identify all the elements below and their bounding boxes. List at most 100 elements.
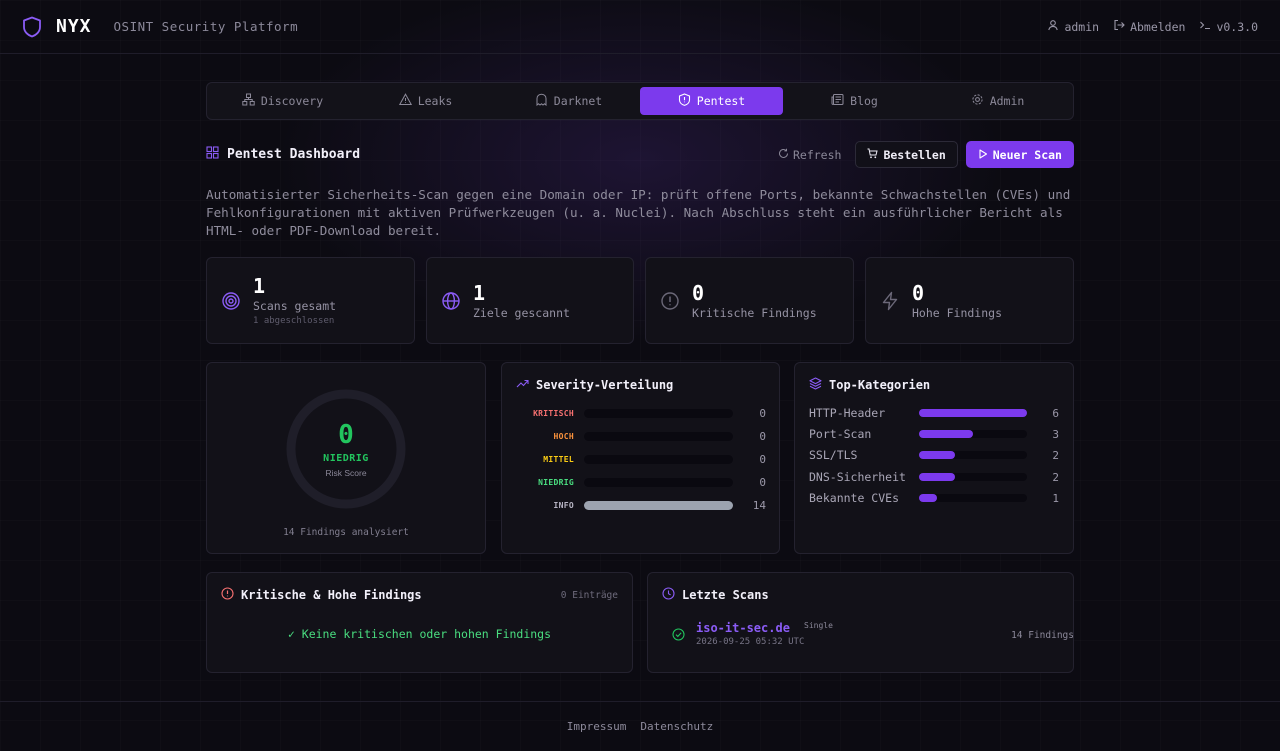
category-label: Bekannte CVEs: [809, 491, 900, 505]
clock-icon: [662, 587, 675, 603]
user-name: admin: [1064, 19, 1100, 34]
logout-label: Abmelden: [1130, 19, 1186, 34]
categories-title-text: Top-Kategorien: [829, 378, 931, 392]
section-header: Pentest Dashboard Refresh Bestellen Neue…: [206, 141, 1074, 168]
category-row: SSL/TLS 2: [795, 448, 1073, 462]
tab-leaks[interactable]: Leaks: [354, 87, 497, 115]
brand-subtitle: OSINT Security Platform: [113, 19, 299, 34]
stat-label: Kritische Findings: [692, 305, 817, 320]
tab-pentest[interactable]: Pentest: [640, 87, 783, 115]
tab-discovery[interactable]: Discovery: [211, 87, 354, 115]
severity-label: INFO: [553, 500, 574, 510]
category-bar-track: [919, 473, 1027, 481]
severity-row: INFO 14: [502, 498, 779, 512]
brand[interactable]: NYX OSINT Security Platform: [22, 16, 298, 38]
scan-list-item[interactable]: iso-it-sec.de Single 2026-09-25 05:32 UT…: [662, 621, 1074, 651]
logout-icon: [1113, 19, 1125, 34]
refresh-icon: [778, 148, 789, 162]
order-button[interactable]: Bestellen: [855, 141, 958, 168]
category-bar-track: [919, 430, 1027, 438]
tab-blog[interactable]: Blog: [783, 87, 926, 115]
severity-bar-track: [584, 408, 733, 418]
risk-footer: 14 Findings analysiert: [283, 527, 409, 538]
scan-mode-badge: Single: [804, 621, 833, 630]
page-title: Pentest Dashboard: [206, 146, 360, 163]
category-row: DNS-Sicherheit 2: [795, 470, 1073, 484]
stat-label: Scans gesamt: [253, 299, 337, 313]
stat-value: 0: [692, 280, 705, 305]
severity-row: KRITISCH 0: [502, 407, 779, 420]
brand-name: NYX: [56, 16, 92, 37]
recent-scans-title-text: Letzte Scans: [682, 588, 769, 602]
stat-card-high: 0 Hohe Findings: [865, 257, 1074, 344]
category-bar-track: [919, 494, 1027, 502]
category-row: HTTP-Header 6: [795, 406, 1073, 420]
impressum-link[interactable]: Impressum: [567, 720, 627, 733]
footer: Impressum Datenschutz: [0, 701, 1280, 751]
severity-bar-track: [584, 454, 733, 464]
scan-date: 2026-09-25 05:32 UTC: [696, 637, 805, 647]
globe-icon: [441, 291, 461, 311]
severity-label: NIEDRIG: [538, 477, 574, 487]
entries-count: 0 Einträge: [560, 590, 618, 601]
severity-bar-track: [584, 477, 733, 487]
stat-value: 1: [253, 274, 266, 298]
stat-label: Ziele gescannt: [473, 305, 570, 320]
severity-count: 14: [752, 498, 766, 512]
categories-card: Top-Kategorien HTTP-Header 6 Port-Scan 3 SSL…: [794, 362, 1074, 554]
stat-card-critical: 0 Kritische Findings: [645, 257, 854, 344]
tab-label: Discovery: [260, 94, 324, 108]
category-label: DNS-Sicherheit: [809, 470, 906, 484]
main-tabs: Discovery Leaks Darknet Pentest Blog Adm…: [206, 82, 1074, 120]
refresh-button[interactable]: Refresh: [772, 141, 847, 168]
network-icon: [242, 93, 255, 109]
top-bar: NYX OSINT Security Platform admin Abmeld…: [0, 0, 1280, 54]
severity-count: 0: [759, 452, 766, 466]
category-bar: [919, 473, 955, 481]
critical-findings-title-text: Kritische & Hohe Findings: [241, 588, 422, 602]
new-scan-label: Neuer Scan: [992, 147, 1062, 162]
category-bar: [919, 494, 937, 502]
category-count: 3: [1052, 427, 1059, 441]
check-circle-icon: [672, 628, 685, 644]
severity-row: MITTEL 0: [502, 452, 779, 466]
risk-score-card: 0 NIEDRIG Risk Score 14 Findings analysi…: [206, 362, 486, 554]
tab-label: Blog: [850, 94, 878, 108]
cart-icon: [867, 148, 879, 162]
tab-admin[interactable]: Admin: [926, 87, 1069, 115]
tab-label: Admin: [989, 94, 1025, 108]
new-scan-button[interactable]: Neuer Scan: [965, 141, 1074, 168]
logout-button[interactable]: Abmelden: [1113, 19, 1185, 34]
severity-label: MITTEL: [543, 454, 574, 464]
category-count: 2: [1052, 470, 1059, 484]
version-label: v0.3.0: [1216, 19, 1258, 34]
risk-score-value: 0: [338, 419, 354, 450]
severity-label: KRITISCH: [533, 408, 574, 418]
page-title-text: Pentest Dashboard: [227, 147, 361, 162]
warning-icon: [398, 93, 412, 109]
categories-title: Top-Kategorien: [809, 377, 930, 393]
layers-icon: [809, 377, 822, 393]
stat-label: Hohe Findings: [912, 305, 1003, 320]
severity-title-text: Severity-Verteilung: [536, 378, 674, 392]
dashboard-icon: [206, 146, 219, 163]
scan-domain-link[interactable]: iso-it-sec.de: [696, 621, 790, 635]
datenschutz-link[interactable]: Datenschutz: [640, 720, 713, 733]
severity-count: 0: [759, 429, 766, 443]
tab-label: Pentest: [696, 94, 746, 108]
category-bar: [919, 409, 1027, 417]
category-bar-track: [919, 409, 1027, 417]
category-bar: [919, 451, 955, 459]
severity-bar-track: [584, 431, 733, 441]
category-bar-track: [919, 451, 1027, 459]
user-menu[interactable]: admin: [1047, 19, 1099, 34]
recent-scans-title: Letzte Scans: [662, 587, 769, 603]
severity-row: NIEDRIG 0: [502, 476, 779, 489]
shield-icon: [22, 16, 42, 38]
tab-darknet[interactable]: Darknet: [497, 87, 640, 115]
alert-circle-icon: [660, 291, 680, 311]
severity-row: HOCH 0: [502, 429, 779, 443]
trending-up-icon: [516, 377, 529, 393]
recent-scans-card: Letzte Scans iso-it-sec.de Single 2026-0…: [647, 572, 1074, 673]
alert-circle-icon: [221, 587, 234, 603]
